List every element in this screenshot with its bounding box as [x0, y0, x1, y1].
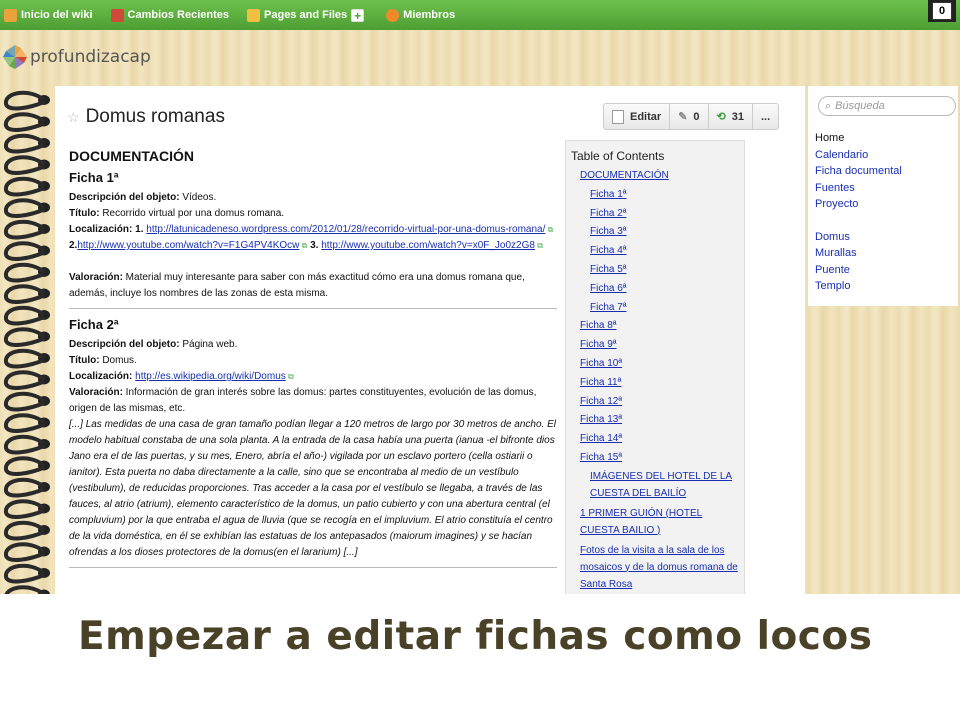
sidebar-link-fuentes[interactable]: Fuentes — [815, 180, 902, 197]
slide-headline: Empezar a editar fichas como locos — [78, 614, 873, 659]
toc-item[interactable]: 1 PRIMER GUIÓN (HOTEL CUESTA BAILIO ) — [580, 505, 744, 539]
nav-label: Cambios Recientes — [127, 9, 230, 21]
external-link-icon: ⧉ — [285, 372, 294, 381]
external-link-icon: ⧉ — [545, 225, 554, 234]
table-of-contents: Table of Contents DOCUMENTACIÓN Ficha 1ª F… — [565, 140, 745, 594]
sidebar-link-puente[interactable]: Puente — [815, 262, 902, 279]
search-icon: ⌕ — [825, 99, 832, 112]
sidebar-spacer — [815, 213, 902, 229]
logo-text: profundizacap — [30, 47, 151, 67]
ficha-1-valoracion: Valoración: Material muy interesante par… — [69, 272, 525, 299]
toc-title: Table of Contents — [571, 149, 665, 163]
ficha-2-titulo: Título: Domus. — [69, 355, 137, 366]
notebook-spiral — [4, 90, 50, 594]
link-2[interactable]: http://www.youtube.com/watch?v=F1G4PV4KO… — [77, 240, 299, 251]
top-navigation-bar: Inicio del wiki Cambios Recientes Pages … — [0, 0, 960, 30]
sidebar-link-murallas[interactable]: Murallas — [815, 245, 902, 262]
sidebar-links: Home Calendario Ficha documental Fuentes… — [815, 130, 902, 295]
sidebar-link-proyecto[interactable]: Proyecto — [815, 196, 902, 213]
sidebar-link-templo[interactable]: Templo — [815, 278, 902, 295]
notification-count[interactable]: 0 — [932, 2, 952, 20]
sidebar-link-calendario[interactable]: Calendario — [815, 147, 902, 164]
add-icon[interactable]: + — [351, 8, 365, 22]
edit-button[interactable]: Editar — [604, 104, 671, 129]
nav-label: Inicio del wiki — [21, 9, 93, 21]
toc-item[interactable]: Ficha 13ª — [580, 411, 744, 430]
sidebar-link-ficha-documental[interactable]: Ficha documental — [815, 163, 902, 180]
search-input[interactable]: ⌕ Búsqueda — [818, 96, 956, 116]
page-title-row: ☆ Domus romanas — [67, 106, 225, 128]
ficha-1-localizacion: Localización: 1. http://latunicadeneso.w… — [69, 224, 554, 251]
more-button[interactable]: ... — [753, 104, 778, 129]
page-toolbar: Editar ✎ 0 ⟲ 31 ... — [603, 103, 780, 130]
ficha-1-title: Ficha 1ª — [69, 170, 119, 185]
revisions-button[interactable]: ⟲ 31 — [709, 104, 753, 129]
toc-item[interactable]: Ficha 12ª — [580, 393, 744, 412]
toc-item[interactable]: Ficha 11ª — [580, 374, 744, 393]
history-icon: ⟲ — [716, 111, 726, 123]
link-3[interactable]: http://www.youtube.com/watch?v=x0F_Jo0z2… — [321, 240, 535, 251]
nav-recent-changes[interactable]: Cambios Recientes — [110, 8, 230, 22]
logo-icon — [3, 45, 27, 69]
toc-item[interactable]: Ficha 10ª — [580, 355, 744, 374]
ficha-2-quote: [...] Las medidas de una casa de gran ta… — [69, 419, 556, 558]
edit-icon — [612, 109, 624, 124]
comments-button[interactable]: ✎ 0 — [670, 104, 709, 129]
comments-icon: ✎ — [678, 111, 688, 123]
sidebar-link-home[interactable]: Home — [815, 130, 902, 147]
toc-item[interactable]: Ficha 14ª — [580, 430, 744, 449]
page-title: Domus romanas — [85, 106, 225, 127]
edit-label: Editar — [630, 110, 662, 123]
toc-item[interactable]: Ficha 5ª — [590, 261, 744, 280]
external-link-icon: ⧉ — [534, 241, 543, 250]
toc-item[interactable]: Ficha 4ª — [590, 242, 744, 261]
more-label: ... — [761, 110, 771, 123]
toc-item[interactable]: Fotos de la visita a la sala de los mosa… — [580, 542, 744, 593]
pages-icon — [247, 8, 261, 22]
toc-item[interactable]: IMÁGENES DEL HOTEL DE LA CUESTA DEL BAIL… — [590, 468, 744, 502]
page-content: DOCUMENTACIÓN Ficha 1ª Descripción del o… — [69, 148, 557, 576]
nav-home[interactable]: Inicio del wiki — [4, 8, 93, 22]
sidebar-link-domus[interactable]: Domus — [815, 229, 902, 246]
toc-item[interactable]: Ficha 8ª — [580, 317, 744, 336]
wikipedia-link[interactable]: http://es.wikipedia.org/wiki/Domus — [135, 371, 286, 382]
revisions-count: 31 — [731, 110, 744, 123]
toc-item[interactable]: Ficha 7ª — [590, 299, 744, 318]
nav-members[interactable]: Miembros — [386, 8, 456, 22]
search-placeholder: Búsqueda — [835, 100, 885, 112]
comments-count: 0 — [693, 110, 700, 123]
ficha-1-titulo: Título: Recorrido virtual por una domus … — [69, 208, 285, 219]
calendar-icon — [110, 8, 124, 22]
ficha-1-desc: Descripción del objeto: Vídeos. — [69, 192, 217, 203]
home-icon — [4, 8, 17, 22]
toc-item[interactable]: Ficha 1ª — [590, 186, 744, 205]
toc-item[interactable]: DOCUMENTACIÓN — [580, 167, 744, 186]
members-icon — [386, 8, 400, 22]
site-logo[interactable]: profundizacap — [2, 44, 151, 70]
star-icon[interactable]: ☆ — [67, 109, 80, 126]
ficha-2-desc: Descripción del objeto: Página web. — [69, 339, 238, 350]
toc-item[interactable]: Ficha 15ª — [580, 449, 744, 468]
section-heading: DOCUMENTACIÓN — [69, 148, 194, 164]
toc-item[interactable]: Ficha 3ª — [590, 223, 744, 242]
toc-item[interactable]: Ficha 6ª — [590, 280, 744, 299]
toc-item[interactable]: Ficha 9ª — [580, 336, 744, 355]
nav-label: Miembros — [403, 9, 456, 21]
wiki-page: ☆ Domus romanas Editar ✎ 0 ⟲ 31 ... DOCUME… — [55, 86, 805, 594]
divider — [69, 567, 557, 568]
toc-item[interactable]: Ficha 2ª — [590, 205, 744, 224]
link-1[interactable]: http://latunicadeneso.wordpress.com/2012… — [146, 224, 545, 235]
nav-pages-and-files[interactable]: Pages and Files + — [247, 8, 368, 22]
toc-list: DOCUMENTACIÓN Ficha 1ª Ficha 2ª Ficha 3ª Fic… — [566, 167, 744, 593]
sidebar: ⌕ Búsqueda Home Calendario Ficha document… — [808, 86, 958, 306]
ficha-2-title: Ficha 2ª — [69, 317, 119, 332]
ficha-2-localizacion: Localización: http://es.wikipedia.org/wi… — [69, 371, 294, 382]
ficha-2-valoracion: Valoración: Información de gran interés … — [69, 387, 537, 414]
divider — [69, 308, 557, 309]
nav-label: Pages and Files — [264, 9, 348, 21]
